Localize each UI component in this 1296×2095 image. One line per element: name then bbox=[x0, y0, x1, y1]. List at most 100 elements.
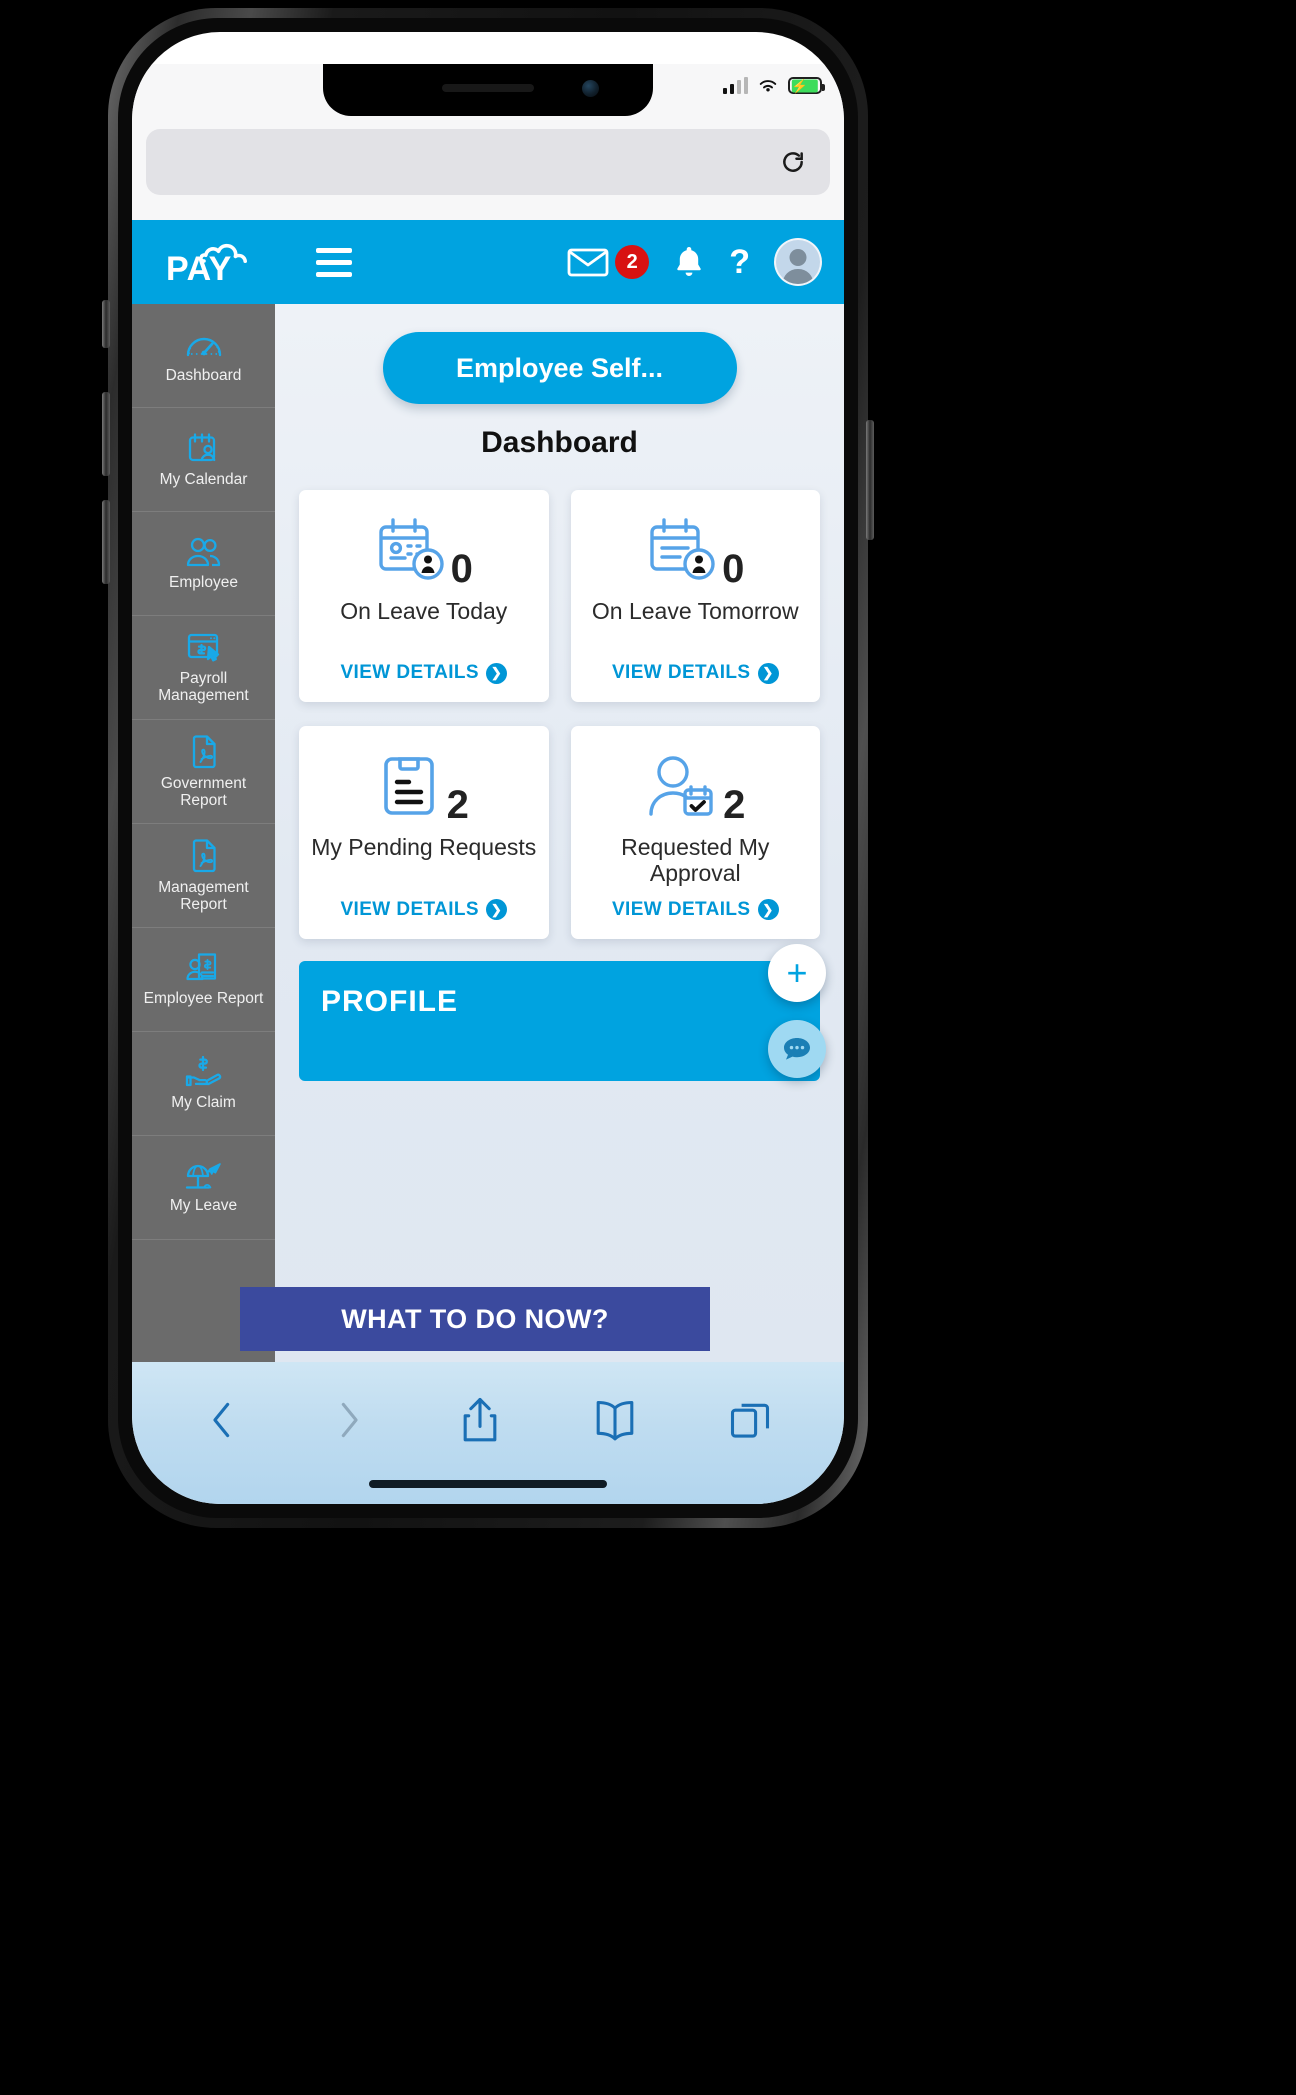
browser-toolbar bbox=[132, 1362, 844, 1504]
sidebar-item-management-report[interactable]: Management Report bbox=[132, 824, 275, 928]
url-bar[interactable] bbox=[146, 129, 830, 195]
hand-dollar-icon bbox=[185, 1056, 221, 1087]
tabs-icon[interactable] bbox=[729, 1398, 771, 1442]
mail-button[interactable]: 2 bbox=[567, 245, 650, 279]
card-count: 2 bbox=[723, 783, 746, 828]
screenshot-stage: ⚡ PAY 2 ? Dashboard My Calendar Employee… bbox=[0, 0, 1296, 2095]
chevron-right-circle-icon: ❯ bbox=[757, 899, 779, 921]
sidebar-item-label: Government Report bbox=[160, 774, 247, 809]
calendar-user-icon bbox=[188, 433, 215, 462]
cellular-signal-icon bbox=[722, 77, 748, 94]
user-avatar-icon[interactable] bbox=[774, 238, 822, 286]
clipboard-lines-icon bbox=[383, 757, 434, 815]
power-button[interactable] bbox=[866, 420, 874, 540]
mail-unread-badge: 2 bbox=[615, 245, 650, 279]
mute-switch[interactable] bbox=[102, 300, 110, 348]
book-icon[interactable] bbox=[594, 1397, 636, 1443]
card-label: My Pending Requests bbox=[311, 834, 537, 860]
sidebar-item-label: Employee Report bbox=[143, 990, 264, 1008]
card-icon-row: 0 bbox=[646, 516, 745, 592]
chevron-left-icon[interactable] bbox=[205, 1397, 239, 1443]
sidebar-item-label: My Leave bbox=[169, 1197, 238, 1215]
sidebar-item-employee-report[interactable]: Employee Report bbox=[132, 928, 275, 1032]
view-details-label: VIEW DETAILS bbox=[340, 662, 479, 683]
mail-icon bbox=[567, 248, 609, 277]
sidebar-item-label: Employee bbox=[169, 574, 238, 592]
battery-charging-icon: ⚡ bbox=[788, 77, 825, 94]
share-icon[interactable] bbox=[460, 1396, 500, 1444]
chat-bubble-icon bbox=[784, 1038, 810, 1060]
header-actions: 2 ? bbox=[567, 238, 822, 286]
view-details-link[interactable]: VIEW DETAILS ❯ bbox=[340, 650, 507, 684]
add-fab-button[interactable]: + bbox=[768, 944, 826, 1002]
notch bbox=[323, 64, 653, 116]
sidebar-item-dashboard[interactable]: Dashboard bbox=[132, 304, 275, 408]
card-icon-row: 2 bbox=[379, 752, 469, 828]
sidebar-item-government-report[interactable]: Government Report bbox=[132, 720, 275, 824]
view-details-link[interactable]: VIEW DETAILS ❯ bbox=[340, 887, 507, 921]
pdf-file-icon bbox=[192, 838, 216, 872]
card-count: 2 bbox=[446, 783, 469, 828]
app-header: PAY 2 ? bbox=[132, 220, 844, 304]
card-count: 0 bbox=[450, 547, 473, 592]
sidebar-item-label: Dashboard bbox=[165, 367, 242, 385]
calendar-person-icon bbox=[378, 518, 444, 580]
sidebar-item-my-claim[interactable]: My Claim bbox=[132, 1032, 275, 1136]
chevron-right-circle-icon: ❯ bbox=[757, 662, 779, 684]
sidebar-item-label: Payroll Management bbox=[158, 669, 249, 704]
sidebar-item-payroll-management[interactable]: Payroll Management bbox=[132, 616, 275, 720]
sidebar-item-my-calendar[interactable]: My Calendar bbox=[132, 408, 275, 512]
chat-fab-button[interactable] bbox=[768, 1020, 826, 1078]
chevron-right-circle-icon: ❯ bbox=[486, 662, 507, 684]
pdf-file-icon bbox=[192, 734, 216, 768]
home-indicator bbox=[369, 1480, 607, 1488]
hamburger-menu-icon[interactable] bbox=[316, 247, 352, 277]
sidebar-nav[interactable]: Dashboard My Calendar Employee Payroll M… bbox=[132, 304, 275, 1362]
reload-icon[interactable] bbox=[780, 149, 806, 175]
main-content: Employee Self... Dashboard 0 On Leave To… bbox=[275, 304, 844, 1362]
sidebar-item-label: My Calendar bbox=[159, 471, 248, 489]
calendar-person-icon bbox=[650, 518, 715, 580]
phone-screen: ⚡ PAY 2 ? Dashboard My Calendar Employee… bbox=[132, 32, 844, 1504]
status-bar-right: ⚡ bbox=[722, 77, 825, 94]
app-logo[interactable]: PAY bbox=[166, 234, 274, 290]
view-details-label: VIEW DETAILS bbox=[611, 662, 751, 683]
sidebar-item-employee[interactable]: Employee bbox=[132, 512, 275, 616]
what-to-do-now-banner[interactable]: WHAT TO DO NOW? bbox=[240, 1287, 710, 1351]
volume-up-button[interactable] bbox=[102, 392, 110, 476]
profile-section[interactable]: PROFILE bbox=[299, 960, 820, 1081]
help-button[interactable]: ? bbox=[729, 245, 750, 279]
employee-self-service-button[interactable]: Employee Self... bbox=[382, 332, 737, 404]
page-title: Dashboard bbox=[481, 426, 638, 459]
card-my-pending-requests[interactable]: 2 My Pending Requests VIEW DETAILS ❯ bbox=[299, 726, 549, 939]
sidebar-item-label: My Claim bbox=[171, 1094, 236, 1112]
card-label: On Leave Tomorrow bbox=[591, 598, 799, 624]
employee-payslip-icon bbox=[185, 953, 216, 981]
person-calendar-check-icon bbox=[649, 756, 713, 816]
card-label: Requested My Approval bbox=[621, 834, 770, 887]
volume-down-button[interactable] bbox=[102, 500, 110, 584]
view-details-label: VIEW DETAILS bbox=[611, 898, 751, 920]
card-icon-row: 0 bbox=[375, 516, 473, 592]
plus-icon: + bbox=[786, 952, 808, 993]
card-on-leave-today[interactable]: 0 On Leave Today VIEW DETAILS ❯ bbox=[299, 490, 549, 702]
view-details-link[interactable]: VIEW DETAILS ❯ bbox=[612, 650, 779, 684]
payroll-cursor-icon bbox=[187, 633, 219, 662]
logo-text: PAY bbox=[166, 250, 232, 288]
card-on-leave-tomorrow[interactable]: 0 On Leave Tomorrow VIEW DETAILS ❯ bbox=[570, 490, 820, 702]
card-icon-row: 2 bbox=[645, 752, 746, 828]
bell-icon[interactable] bbox=[673, 244, 705, 280]
sidebar-item-my-leave[interactable]: My Leave bbox=[132, 1136, 275, 1240]
view-details-link[interactable]: VIEW DETAILS ❯ bbox=[612, 887, 779, 921]
card-count: 0 bbox=[722, 547, 745, 592]
stat-cards-grid: 0 On Leave Today VIEW DETAILS ❯ 0 On Lea… bbox=[299, 490, 820, 939]
people-icon bbox=[186, 538, 220, 567]
sidebar-item-label: Management Report bbox=[158, 878, 249, 913]
app-body: Dashboard My Calendar Employee Payroll M… bbox=[132, 304, 844, 1362]
chevron-right-icon[interactable] bbox=[332, 1397, 366, 1443]
front-camera bbox=[582, 80, 599, 97]
card-requested-my-approval[interactable]: 2 Requested My Approval VIEW DETAILS ❯ bbox=[570, 726, 820, 939]
gauge-icon bbox=[186, 338, 221, 357]
chevron-right-circle-icon: ❯ bbox=[486, 899, 507, 921]
view-details-label: VIEW DETAILS bbox=[340, 898, 479, 920]
